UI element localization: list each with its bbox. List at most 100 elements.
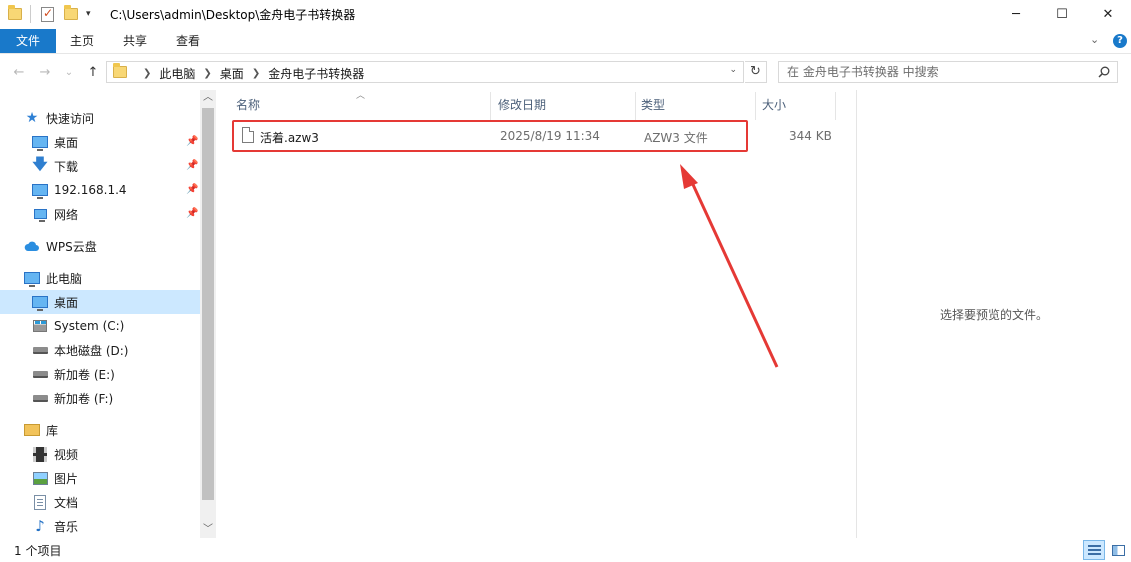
sidebar-item-label: 新加卷 (E:) — [54, 367, 115, 382]
file-list: ︿ 名称 修改日期 类型 大小 活着.azw3 2025/8/19 11:34 … — [216, 90, 856, 538]
sidebar-item-music[interactable]: ♪ 音乐 — [0, 514, 200, 538]
sidebar-item-documents[interactable]: 文档 — [0, 490, 200, 514]
search-box[interactable] — [778, 61, 1118, 83]
title-bar: ▾ C:\Users\admin\Desktop\金舟电子书转换器 ─ ☐ ✕ — [0, 0, 1131, 28]
ribbon-tabs: 文件 主页 共享 查看 ⌄ ? — [0, 29, 1131, 54]
separator — [30, 5, 31, 23]
address-row: ← → ⌄ ↑ ❯ 此电脑 ❯ 桌面 ❯ 金舟电子书转换器 ⌄ ↻ — [0, 60, 1131, 86]
sidebar-item-videos[interactable]: 视频 — [0, 442, 200, 466]
column-header-size[interactable]: 大小 — [762, 94, 786, 116]
sidebar-item-label: 视频 — [54, 447, 79, 462]
column-header-modified[interactable]: 修改日期 — [498, 94, 546, 116]
forward-button[interactable]: → — [36, 63, 54, 83]
breadcrumb-item[interactable]: 桌面 — [220, 65, 244, 82]
search-icon — [1098, 66, 1110, 78]
preview-pane-message: 选择要预览的文件。 — [939, 308, 1048, 322]
sidebar-item-label: 本地磁盘 (D:) — [54, 343, 129, 358]
library-icon — [24, 422, 40, 438]
tab-share[interactable]: 共享 — [113, 29, 157, 53]
table-row[interactable]: 活着.azw3 2025/8/19 11:34 AZW3 文件 344 KB — [232, 120, 832, 152]
properties-icon[interactable] — [41, 5, 54, 23]
maximize-button[interactable]: ☐ — [1039, 0, 1085, 28]
status-bar: 1 个项目 — [0, 538, 1131, 562]
file-size: 344 KB — [789, 129, 832, 143]
pin-icon: 📌 — [186, 184, 199, 195]
network-icon — [32, 206, 48, 222]
sidebar-item-label: 新加卷 (F:) — [54, 391, 114, 406]
sidebar-item-network-pc[interactable]: 192.168.1.4 📌 — [0, 178, 200, 202]
sidebar-item-label: 下载 — [54, 159, 79, 174]
breadcrumb-item[interactable]: 金舟电子书转换器 — [268, 65, 364, 82]
sidebar-item-label: 文档 — [54, 495, 79, 510]
breadcrumb-item[interactable]: 此电脑 — [159, 65, 195, 82]
large-icons-view-icon — [1112, 545, 1125, 556]
file-modified: 2025/8/19 11:34 — [500, 129, 600, 143]
pin-icon: 📌 — [186, 160, 199, 171]
sidebar-item-drive-d[interactable]: 本地磁盘 (D:) — [0, 338, 200, 362]
sidebar-item-network[interactable]: 网络 📌 — [0, 202, 200, 226]
sidebar-item-label: 网络 — [54, 207, 79, 222]
tab-home[interactable]: 主页 — [60, 29, 104, 53]
details-view-icon — [1088, 545, 1101, 556]
desktop-icon — [32, 294, 48, 311]
column-divider[interactable] — [490, 92, 491, 120]
close-button[interactable]: ✕ — [1085, 0, 1131, 28]
cloud-icon — [24, 238, 40, 254]
column-header-name[interactable]: 名称 — [236, 94, 260, 116]
details-view-button[interactable] — [1083, 540, 1105, 560]
scroll-down-icon[interactable]: ﹀ — [200, 522, 216, 538]
chevron-right-icon: ❯ — [203, 68, 212, 79]
sidebar-item-drive-f[interactable]: 新加卷 (F:) — [0, 386, 200, 410]
sidebar-item-label: 桌面 — [54, 135, 79, 150]
sidebar-item-label: System (C:) — [54, 319, 125, 333]
sidebar-item-this-pc[interactable]: 此电脑 — [0, 266, 200, 290]
music-icon: ♪ — [35, 517, 45, 535]
sidebar-item-downloads[interactable]: 🡇 下载 📌 — [0, 154, 200, 178]
sidebar-scrollbar[interactable]: ︿ ﹀ — [200, 90, 216, 538]
sidebar-item-libraries[interactable]: 库 — [0, 418, 200, 442]
tab-view[interactable]: 查看 — [166, 29, 210, 53]
new-folder-icon[interactable] — [64, 5, 78, 23]
sidebar-item-drive-e[interactable]: 新加卷 (E:) — [0, 362, 200, 386]
sidebar-item-quick-access[interactable]: ★ 快速访问 — [0, 106, 200, 130]
refresh-button[interactable]: ↻ — [745, 61, 767, 83]
sidebar-item-label: 快速访问 — [46, 111, 95, 126]
sidebar-item-label: 音乐 — [54, 519, 79, 534]
file-icon — [242, 127, 254, 143]
minimize-button[interactable]: ─ — [993, 0, 1039, 28]
scroll-up-icon[interactable]: ︿ — [200, 90, 216, 106]
tab-file[interactable]: 文件 — [0, 29, 56, 53]
sidebar-item-wps-cloud[interactable]: WPS云盘 — [0, 234, 200, 258]
star-icon: ★ — [25, 110, 39, 126]
folder-icon — [113, 63, 127, 78]
column-divider[interactable] — [755, 92, 756, 120]
chevron-right-icon: ❯ — [251, 68, 261, 79]
sidebar-item-label: 192.168.1.4 — [54, 183, 127, 197]
download-icon: 🡇 — [32, 154, 48, 173]
customize-quick-access-button[interactable]: ▾ — [86, 5, 91, 23]
up-button[interactable]: ↑ — [84, 63, 102, 83]
navigation-pane: ★ 快速访问 桌面 📌 🡇 下载 📌 192.168.1.4 📌 网络 📌 WP… — [0, 90, 216, 538]
sidebar-item-drive-c[interactable]: System (C:) — [0, 314, 200, 338]
pin-icon: 📌 — [186, 136, 199, 147]
sidebar-item-desktop[interactable]: 桌面 — [0, 290, 200, 314]
file-name: 活着.azw3 — [260, 131, 319, 145]
sidebar-item-pictures[interactable]: 图片 — [0, 466, 200, 490]
large-icons-view-button[interactable] — [1107, 540, 1129, 560]
back-button[interactable]: ← — [10, 63, 28, 83]
search-input[interactable] — [787, 64, 1087, 80]
documents-icon — [32, 494, 48, 510]
expand-ribbon-icon[interactable]: ⌄ — [1090, 33, 1099, 46]
drive-icon — [32, 366, 48, 382]
help-icon[interactable]: ? — [1113, 34, 1127, 48]
recent-locations-button[interactable]: ⌄ — [60, 63, 78, 83]
column-divider[interactable] — [835, 92, 836, 120]
address-bar[interactable]: ❯ 此电脑 ❯ 桌面 ❯ 金舟电子书转换器 ⌄ — [106, 61, 744, 83]
scrollbar-thumb[interactable] — [202, 108, 214, 500]
sidebar-item-desktop-quick[interactable]: 桌面 📌 — [0, 130, 200, 154]
column-header-type[interactable]: 类型 — [641, 94, 665, 116]
chevron-down-icon[interactable]: ⌄ — [729, 65, 737, 75]
chevron-right-icon: ❯ — [143, 68, 152, 79]
network-computer-icon — [32, 182, 48, 199]
column-divider[interactable] — [635, 92, 636, 120]
